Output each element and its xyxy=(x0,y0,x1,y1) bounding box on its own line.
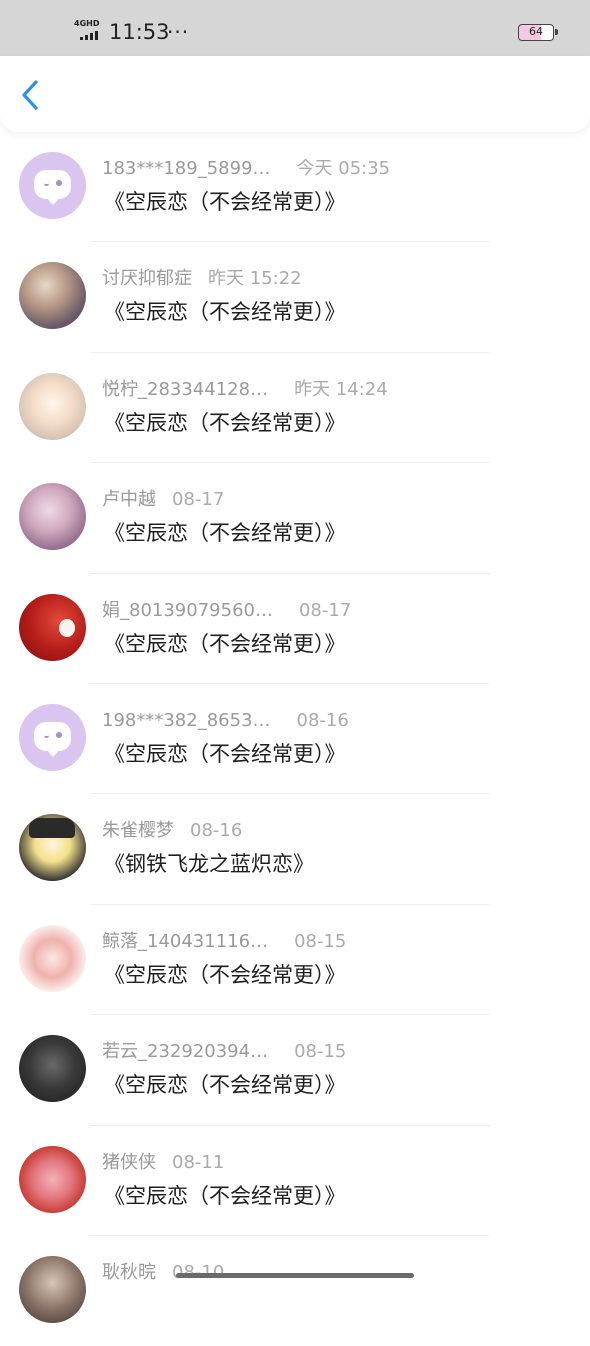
book-title[interactable]: 《空辰恋（不会经常更）》 xyxy=(104,1070,346,1100)
list-item[interactable]: 娟_80139079560… 08-17 《空辰恋（不会经常更）》 xyxy=(0,574,590,684)
message-list: 183***189_5899… 今天 05:35 《空辰恋（不会经常更）》 讨厌抑… xyxy=(0,132,590,1346)
user-name[interactable]: 198***382_8653… xyxy=(102,709,271,733)
item-meta: 198***382_8653… 08-16 xyxy=(102,709,349,733)
hat-icon xyxy=(29,818,75,839)
item-meta: 娟_80139079560… 08-17 xyxy=(102,599,351,623)
list-item[interactable]: 198***382_8653… 08-16 《空辰恋（不会经常更）》 xyxy=(0,684,590,795)
list-item[interactable]: 悦柠_283344128… 昨天 14:24 《空辰恋（不会经常更）》 xyxy=(0,353,590,464)
item-meta: 卢中越 08-17 xyxy=(102,488,224,512)
user-photo-avatar[interactable] xyxy=(19,262,86,330)
chat-bubble-icon xyxy=(34,170,71,205)
item-meta: 鲸落_140431116… 08-15 xyxy=(102,930,346,954)
item-meta: 猪侠侠 08-11 xyxy=(102,1151,224,1175)
list-item[interactable]: 卢中越 08-17 《空辰恋（不会经常更）》 xyxy=(0,463,590,574)
user-name[interactable]: 耿秋晥 xyxy=(102,1261,156,1285)
list-item[interactable]: 猪侠侠 08-11 《空辰恋（不会经常更）》 xyxy=(0,1126,590,1236)
item-meta: 183***189_5899… 今天 05:35 xyxy=(102,157,390,181)
timestamp: 08-11 xyxy=(172,1151,225,1173)
item-meta: 若云_232920394… 08-15 xyxy=(102,1040,346,1064)
item-meta: 讨厌抑郁症 昨天 15:22 xyxy=(102,267,302,291)
item-meta: 悦柠_283344128… 昨天 14:24 xyxy=(102,378,388,402)
chat-bubble-avatar[interactable] xyxy=(19,152,86,219)
battery-level: 64 xyxy=(529,25,543,38)
user-photo-avatar[interactable] xyxy=(19,1145,86,1213)
status-bar: 4GHD 11:53 ··· 64 xyxy=(0,0,590,56)
user-photo-avatar[interactable] xyxy=(19,1255,86,1323)
status-time: 11:53 xyxy=(109,20,170,44)
user-photo-avatar[interactable] xyxy=(19,814,86,882)
timestamp: 昨天 15:22 xyxy=(208,268,302,290)
book-title[interactable]: 《空辰恋（不会经常更）》 xyxy=(104,960,346,990)
list-item[interactable]: 鲸落_140431116… 08-15 《空辰恋（不会经常更）》 xyxy=(0,905,590,1016)
chat-bubble-icon xyxy=(34,721,71,757)
list-item[interactable]: 若云_232920394… 08-15 《空辰恋（不会经常更）》 xyxy=(0,1015,590,1126)
user-photo-avatar[interactable] xyxy=(19,1035,86,1103)
status-more-icon: ··· xyxy=(167,20,190,44)
timestamp: 今天 05:35 xyxy=(296,158,391,179)
item-meta: 朱雀樱梦 08-16 xyxy=(102,819,242,843)
timestamp: 08-16 xyxy=(296,709,349,731)
timestamp: 08-16 xyxy=(190,820,243,842)
timestamp: 08-15 xyxy=(294,1041,347,1063)
user-name[interactable]: 娟_80139079560… xyxy=(102,599,273,623)
home-indicator[interactable] xyxy=(176,1273,414,1278)
book-title[interactable]: 《空辰恋（不会经常更）》 xyxy=(104,629,346,659)
timestamp: 08-15 xyxy=(294,930,347,952)
book-title[interactable]: 《空辰恋（不会经常更）》 xyxy=(104,408,346,438)
battery-icon: 64 xyxy=(518,24,558,41)
user-name[interactable]: 鲸落_140431116… xyxy=(102,930,268,954)
book-title[interactable]: 《空辰恋（不会经常更）》 xyxy=(104,297,346,327)
user-name[interactable]: 讨厌抑郁症 xyxy=(102,267,192,291)
user-name[interactable]: 猪侠侠 xyxy=(102,1151,156,1175)
network-type: 4GHD xyxy=(74,19,100,28)
timestamp: 昨天 14:24 xyxy=(294,378,388,400)
user-photo-avatar[interactable] xyxy=(19,593,86,661)
user-photo-avatar[interactable] xyxy=(19,924,86,992)
chat-bubble-avatar[interactable] xyxy=(19,703,86,771)
user-photo-avatar[interactable] xyxy=(19,483,86,551)
book-title[interactable]: 《空辰恋（不会经常更）》 xyxy=(104,739,346,769)
book-title[interactable]: 《空辰恋（不会经常更）》 xyxy=(104,518,346,548)
chevron-left-icon xyxy=(22,80,38,110)
back-button[interactable] xyxy=(16,78,48,112)
timestamp: 08-17 xyxy=(172,489,225,511)
rabbit-icon xyxy=(59,618,75,637)
list-item[interactable]: 讨厌抑郁症 昨天 15:22 《空辰恋（不会经常更）》 xyxy=(0,242,590,353)
signal-icon: 4GHD xyxy=(74,20,104,42)
user-name[interactable]: 卢中越 xyxy=(102,488,156,512)
user-name[interactable]: 若云_232920394… xyxy=(102,1040,268,1064)
list-item[interactable]: 耿秋晥08-10 xyxy=(0,1236,590,1346)
user-name[interactable]: 183***189_5899… xyxy=(102,157,271,181)
user-photo-avatar[interactable] xyxy=(19,372,86,440)
signal-bars xyxy=(80,30,98,40)
timestamp: 08-17 xyxy=(298,599,352,621)
user-name[interactable]: 悦柠_283344128… xyxy=(102,378,268,402)
list-item[interactable]: 183***189_5899… 今天 05:35 《空辰恋（不会经常更）》 xyxy=(0,132,590,243)
book-title[interactable]: 《空辰恋（不会经常更）》 xyxy=(104,1181,346,1211)
list-item[interactable]: 朱雀樱梦 08-16 《钢铁飞龙之蓝炽恋》 xyxy=(0,794,590,905)
book-title[interactable]: 《空辰恋（不会经常更）》 xyxy=(104,187,346,217)
user-name[interactable]: 朱雀樱梦 xyxy=(102,819,174,843)
book-title[interactable]: 《钢铁飞龙之蓝炽恋》 xyxy=(104,849,314,879)
top-nav-bar xyxy=(0,56,590,132)
